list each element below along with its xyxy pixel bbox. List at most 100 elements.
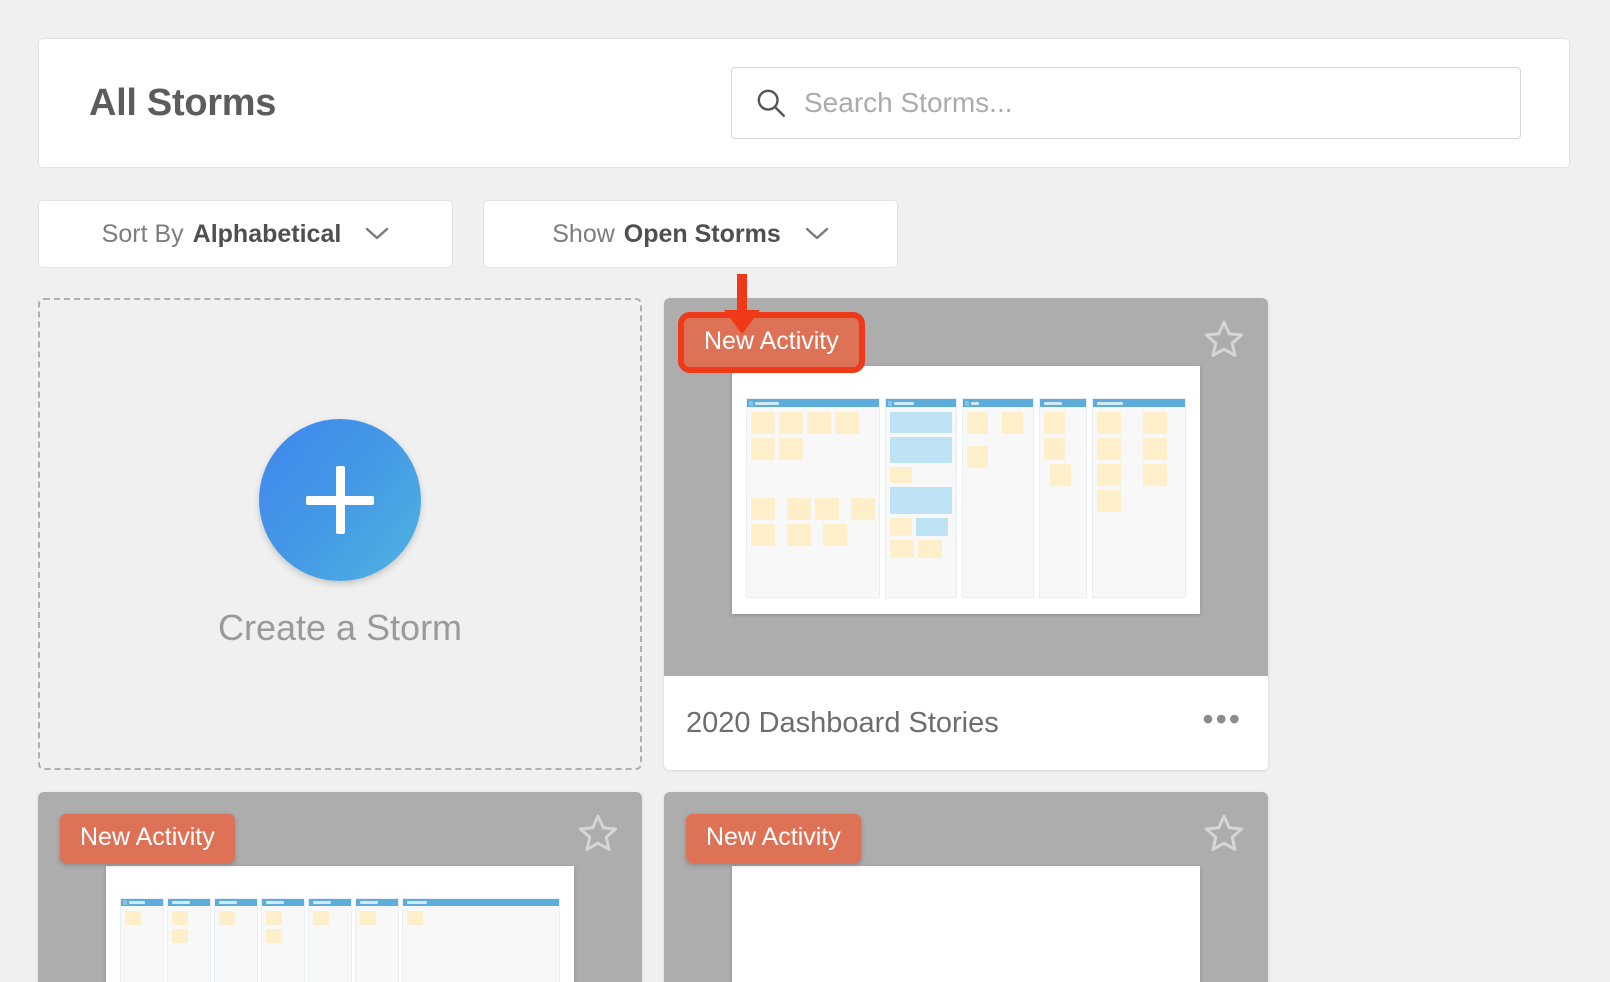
board-column-body: [356, 906, 398, 982]
create-storm-label: Create a Storm: [217, 607, 463, 648]
sticky-note: [219, 911, 235, 925]
storm-card-preview[interactable]: New Activity: [38, 792, 642, 982]
board-column: [167, 898, 211, 982]
star-outline-icon[interactable]: [1202, 812, 1246, 854]
page-header: All Storms: [38, 38, 1570, 168]
star-outline-icon[interactable]: [576, 812, 620, 854]
storm-card[interactable]: New Activity: [664, 792, 1268, 982]
sticky-note: [967, 412, 988, 434]
board-column: [261, 898, 305, 982]
board-column: [746, 398, 880, 598]
sticky-note: [890, 540, 914, 558]
sticky-note: [1097, 412, 1121, 434]
search-input[interactable]: [804, 87, 1498, 119]
sticky-note: [1044, 438, 1065, 460]
column-number: [749, 400, 753, 406]
new-activity-badge[interactable]: New Activity: [60, 814, 235, 863]
sticky-note: [751, 412, 775, 434]
board-column-header: [886, 399, 956, 407]
board-column-body: [121, 906, 163, 982]
board-column-header: [403, 899, 559, 906]
sort-by-label: Sort By: [101, 219, 184, 248]
sticky-note: [360, 911, 376, 925]
sticky-note: [407, 911, 423, 925]
sticky-note: [172, 911, 188, 925]
board-column: [402, 898, 560, 982]
sticky-note: [916, 518, 948, 536]
board-column: [962, 398, 1034, 598]
sticky-note: [266, 911, 282, 925]
storm-menu-button[interactable]: •••: [1202, 703, 1242, 735]
board-column-header: [168, 899, 210, 906]
column-number: [965, 400, 969, 406]
sticky-note: [751, 524, 775, 546]
column-label: [219, 901, 237, 904]
new-activity-badge[interactable]: New Activity: [678, 312, 865, 373]
board-column: [1039, 398, 1087, 598]
board-column-header: [262, 899, 304, 906]
board-column-body: [1093, 407, 1185, 597]
board-column-body: [403, 906, 559, 982]
sticky-note: [266, 929, 282, 943]
sticky-note: [890, 518, 912, 536]
column-label: [1044, 401, 1062, 405]
show-dropdown[interactable]: Show Open Storms: [483, 200, 898, 268]
sticky-note: [1002, 412, 1023, 434]
show-label: Show: [552, 219, 615, 248]
board-column: [308, 898, 352, 982]
storm-card[interactable]: New Activity: [38, 792, 642, 982]
board-thumbnail: [106, 866, 574, 982]
sticky-note: [918, 540, 942, 558]
board-column-header: [121, 899, 163, 906]
sticky-note: [787, 524, 811, 546]
board-column-header: [309, 899, 351, 906]
sticky-note: [1044, 412, 1065, 434]
board-column-body: [262, 906, 304, 982]
board-column: [885, 398, 957, 598]
new-activity-badge[interactable]: New Activity: [686, 814, 861, 863]
chevron-down-icon: [366, 227, 389, 240]
column-label: [894, 401, 914, 405]
sticky-note: [1143, 412, 1167, 434]
search-field[interactable]: [731, 67, 1521, 139]
sticky-note: [851, 498, 875, 520]
column-label: [129, 901, 145, 904]
board-column-header: [215, 899, 257, 906]
board-column-body: [215, 906, 257, 982]
sticky-note: [172, 929, 188, 943]
create-storm-tile[interactable]: Create a Storm: [38, 298, 642, 770]
sticky-note: [823, 524, 847, 546]
storm-card-footer: 2020 Dashboard Stories •••: [664, 676, 1268, 770]
board-column-body: [168, 906, 210, 982]
board-column-body: [747, 407, 879, 597]
board-columns: [746, 382, 1186, 598]
star-outline-icon[interactable]: [1202, 318, 1246, 360]
storm-card[interactable]: New Activity: [664, 298, 1268, 770]
sticky-note: [890, 467, 912, 483]
board-column: [120, 898, 164, 982]
sticky-note: [779, 438, 803, 460]
sticky-note: [890, 487, 952, 514]
sticky-note: [1050, 464, 1071, 486]
sticky-note: [125, 911, 141, 925]
page-title: All Storms: [89, 81, 277, 124]
board-column: [1092, 398, 1186, 598]
sticky-note: [751, 438, 775, 460]
column-label: [360, 901, 378, 904]
sort-by-dropdown[interactable]: Sort By Alphabetical: [38, 200, 453, 268]
column-label: [172, 901, 190, 904]
sticky-note: [890, 437, 952, 463]
column-label: [971, 401, 979, 405]
board-column-header: [963, 399, 1033, 407]
board-thumbnail: [732, 866, 1200, 982]
storm-card-preview[interactable]: New Activity: [664, 792, 1268, 982]
storm-card-preview[interactable]: New Activity: [664, 298, 1268, 676]
column-label: [313, 901, 331, 904]
sticky-note: [835, 412, 859, 434]
plus-icon[interactable]: [259, 419, 421, 581]
board-column-header: [1040, 399, 1086, 407]
storm-title: 2020 Dashboard Stories: [686, 706, 999, 739]
storm-grid: Create a Storm New Activity 2020 Dashboa…: [38, 298, 1570, 770]
